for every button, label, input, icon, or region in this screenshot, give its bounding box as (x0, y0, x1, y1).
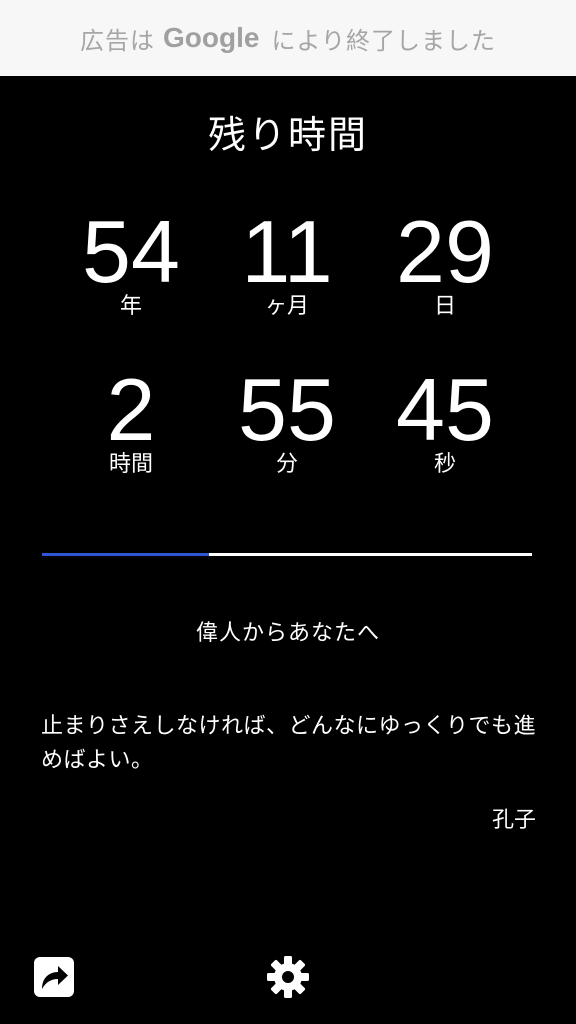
countdown-years: 54 年 (41, 208, 221, 322)
months-value: 11 (241, 202, 333, 301)
days-unit: 日 (433, 294, 456, 319)
share-button[interactable] (33, 956, 75, 998)
progress-fill (42, 553, 209, 556)
seconds-value: 45 (396, 360, 494, 459)
countdown-days: 29 日 (355, 208, 535, 322)
minutes-value: 55 (238, 360, 336, 459)
ad-banner[interactable]: 広告は Google により終了しました (0, 0, 576, 76)
days-value: 29 (396, 202, 494, 301)
app-screen: 広告は Google により終了しました 残り時間 54 年 11 ヶ月 29 … (0, 0, 576, 1024)
hours-value: 2 (106, 360, 156, 459)
quote-author: 孔子 (491, 808, 536, 833)
years-unit: 年 (119, 294, 142, 319)
google-wordmark: Google (163, 22, 260, 53)
months-unit: ヶ月 (264, 294, 309, 319)
quote-text: 止まりさえしなければ、どんなにゆっくりでも進めばよい。 (41, 714, 537, 773)
countdown-hours: 2 時間 (41, 366, 221, 480)
countdown-seconds: 45 秒 (355, 366, 535, 480)
ad-text-before: 広告は (80, 26, 155, 55)
gear-icon (267, 956, 309, 998)
share-icon (34, 957, 74, 997)
quote-heading: 偉人からあなたへ (195, 621, 380, 646)
page-title: 残り時間 (207, 113, 368, 157)
settings-button[interactable] (266, 955, 310, 999)
progress-bar (42, 553, 532, 556)
minutes-unit: 分 (275, 452, 298, 477)
ad-text-after: により終了しました (271, 26, 496, 55)
seconds-unit: 秒 (433, 452, 456, 477)
hours-unit: 時間 (108, 452, 153, 477)
years-value: 54 (82, 202, 180, 301)
countdown-months: 11 ヶ月 (197, 208, 377, 322)
countdown-minutes: 55 分 (197, 366, 377, 480)
